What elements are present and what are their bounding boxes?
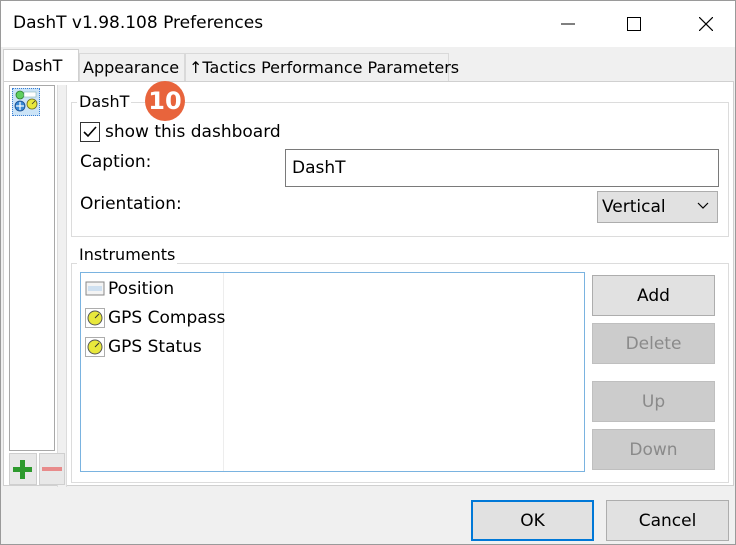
instrument-label: GPS Status — [108, 337, 202, 357]
instruments-group-legend: Instruments — [77, 245, 178, 264]
chevron-down-icon — [697, 202, 709, 209]
cancel-button[interactable]: Cancel — [606, 500, 729, 541]
remove-dashboard-button[interactable] — [39, 453, 65, 485]
minimize-icon — [561, 23, 575, 25]
instruments-list[interactable]: Position GPS Compass GPS Status — [80, 272, 585, 472]
ok-button[interactable]: OK — [471, 500, 594, 541]
list-item[interactable]: Position — [85, 276, 174, 302]
close-icon — [699, 17, 713, 31]
down-button[interactable]: Down — [592, 429, 715, 470]
orientation-value: Vertical — [602, 197, 666, 217]
maximize-icon — [627, 17, 641, 31]
add-button[interactable]: Add — [592, 275, 715, 316]
checkmark-icon — [83, 126, 97, 138]
minimize-button[interactable] — [543, 1, 593, 47]
minus-icon — [42, 467, 62, 471]
tab-dasht[interactable]: DashT — [3, 49, 79, 81]
splitter[interactable] — [57, 85, 67, 487]
orientation-label: Orientation: — [80, 194, 182, 214]
window-title: DashT v1.98.108 Preferences — [13, 13, 264, 33]
show-dashboard-checkbox[interactable] — [80, 122, 100, 142]
dial-icon — [85, 337, 105, 357]
dashboard-group-legend: DashT — [77, 92, 132, 111]
caption-input[interactable] — [285, 149, 719, 187]
up-button[interactable]: Up — [592, 381, 715, 422]
title-bar[interactable]: DashT v1.98.108 Preferences — [1, 1, 735, 47]
tab-appearance[interactable]: Appearance — [79, 53, 185, 81]
maximize-button[interactable] — [609, 1, 659, 47]
close-button[interactable] — [681, 1, 731, 47]
dashboard-list[interactable] — [9, 85, 55, 451]
dashboard-thumbnail[interactable] — [12, 88, 40, 116]
annotation-badge: 10 — [145, 81, 185, 121]
list-item[interactable]: GPS Status — [85, 334, 202, 360]
instrument-label: Position — [108, 279, 175, 299]
show-dashboard-label[interactable]: show this dashboard — [105, 122, 281, 142]
add-dashboard-button[interactable] — [9, 453, 37, 485]
list-column-divider — [223, 273, 224, 471]
preferences-window: DashT v1.98.108 Preferences Appearance ↑… — [0, 0, 736, 545]
plus-icon — [13, 460, 32, 479]
instrument-label: GPS Compass — [108, 308, 226, 328]
tab-tactics-performance[interactable]: ↑Tactics Performance Parameters — [185, 53, 459, 81]
delete-button[interactable]: Delete — [592, 323, 715, 364]
caption-label: Caption: — [80, 152, 152, 172]
orientation-select[interactable]: Vertical — [597, 191, 718, 223]
list-item[interactable]: GPS Compass — [85, 305, 225, 331]
tab-strip: Appearance ↑Tactics Performance Paramete… — [1, 49, 735, 81]
dashboard-icon — [14, 90, 38, 112]
position-icon — [85, 281, 105, 296]
dial-icon — [85, 308, 105, 328]
